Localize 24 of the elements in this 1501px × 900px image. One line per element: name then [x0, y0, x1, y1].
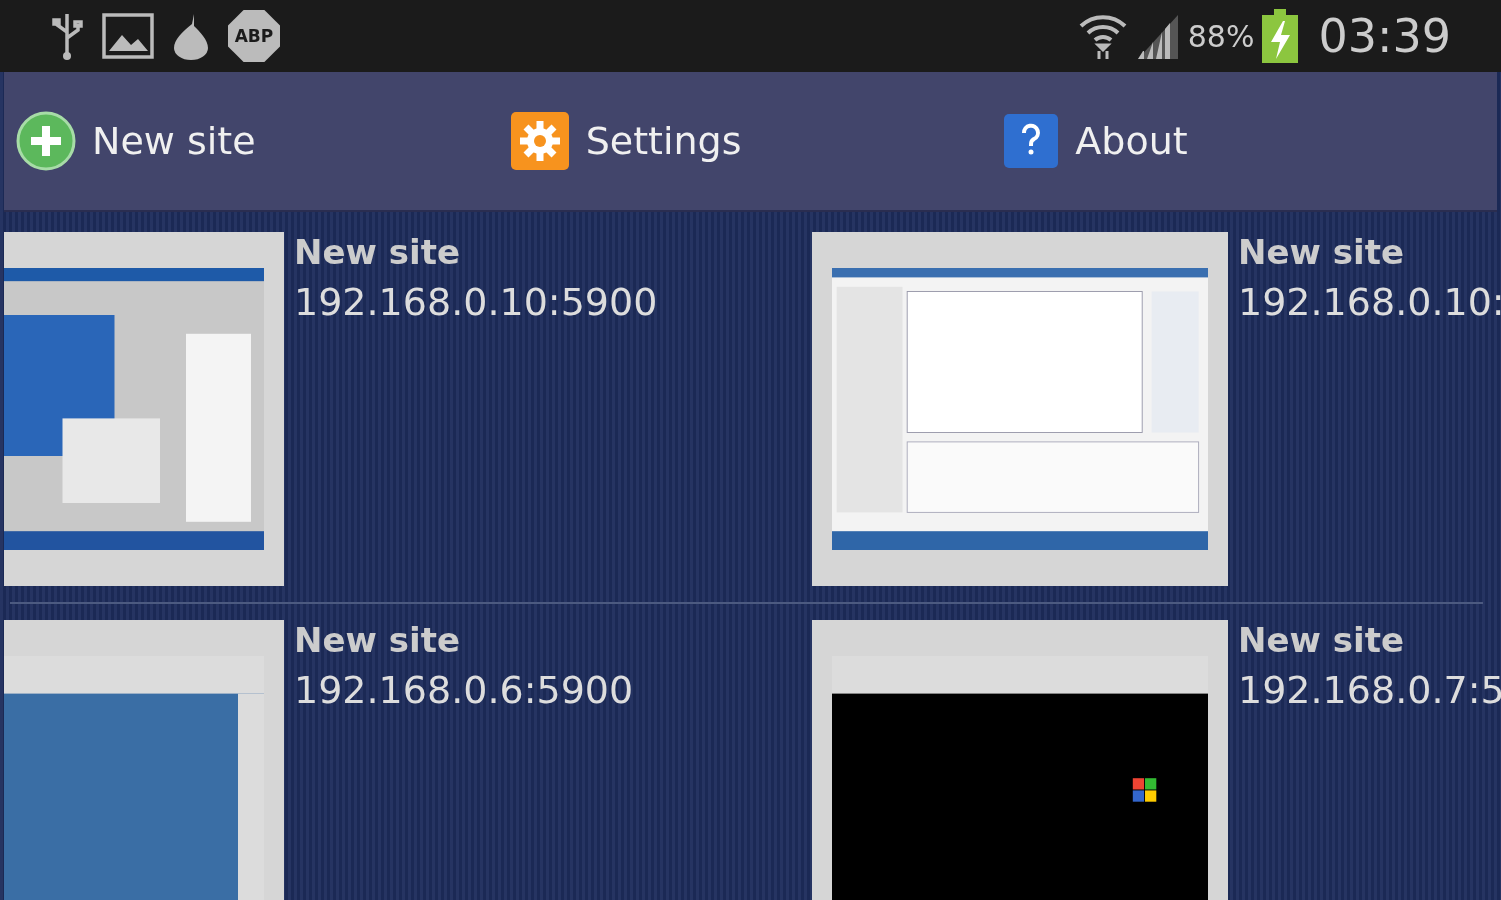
site-address: 192.168.0.10:5900 — [294, 280, 658, 324]
settings-icon — [509, 111, 570, 171]
site-item[interactable]: New site 192.168.0.10: — [812, 232, 1501, 586]
site-name: New site — [1238, 620, 1405, 660]
settings-button[interactable]: Settings — [509, 111, 1004, 171]
image-icon — [102, 13, 154, 59]
adblock-badge: ABP — [228, 10, 280, 62]
site-address: 192.168.0.10: — [1238, 280, 1501, 324]
battery-percent: 88% — [1187, 18, 1255, 54]
site-address: 192.168.0.7:5 — [1238, 668, 1501, 712]
help-icon — [1003, 113, 1060, 169]
add-icon — [16, 111, 76, 171]
site-item[interactable]: New site 192.168.0.6:5900 — [0, 620, 812, 900]
new-site-button[interactable]: New site — [16, 111, 510, 171]
site-name: New site — [1238, 232, 1405, 272]
site-address: 192.168.0.6:5900 — [294, 668, 634, 712]
site-item[interactable]: New site 192.168.0.10:5900 — [0, 232, 812, 586]
battery-charging-icon — [1262, 9, 1299, 63]
site-item[interactable]: New site 192.168.0.7:5 — [812, 620, 1501, 900]
site-name: New site — [294, 232, 461, 272]
usb-icon — [50, 12, 84, 60]
clock: 03:39 — [1318, 9, 1451, 63]
site-name: New site — [294, 620, 461, 660]
about-button[interactable]: About — [1003, 113, 1497, 169]
